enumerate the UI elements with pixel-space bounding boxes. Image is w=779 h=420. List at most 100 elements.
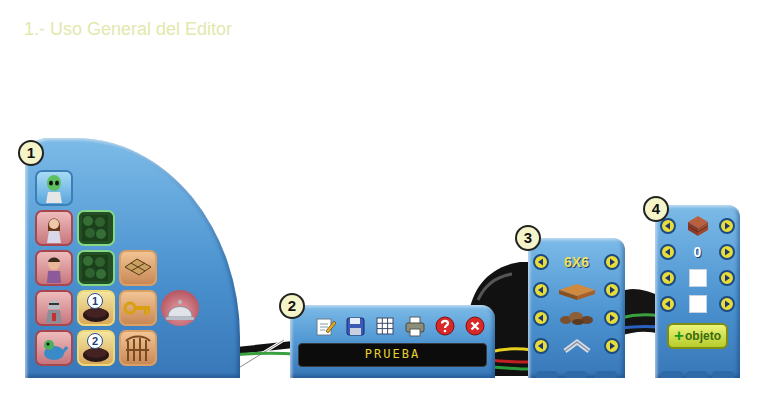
key-tile[interactable] [119, 290, 157, 326]
left-arrow-icon [660, 244, 676, 260]
option-swatch [689, 295, 707, 313]
add-plus-sign: + [674, 326, 684, 346]
selector-value [676, 269, 719, 287]
next-button[interactable] [719, 244, 735, 260]
right-arrow-icon [719, 296, 735, 312]
left-arrow-icon [533, 338, 549, 354]
selector-value [549, 307, 604, 329]
level-tile[interactable]: 1 [77, 290, 115, 326]
floor-grid-icon [122, 253, 154, 283]
page-heading: 1.- Uso General del Editor [0, 0, 779, 41]
right-arrow-icon [719, 270, 735, 286]
palette-panel: 112 [25, 138, 240, 378]
grid-icon [374, 315, 396, 337]
right-arrow-icon [604, 338, 620, 354]
option-swatch [689, 269, 707, 287]
foot-tab [595, 371, 617, 378]
foot-tab [565, 371, 587, 378]
panel-foot [655, 371, 740, 378]
print-button[interactable] [404, 315, 426, 337]
gate-tile[interactable] [119, 330, 157, 366]
next-button[interactable] [604, 254, 620, 270]
right-arrow-icon [719, 244, 735, 260]
hedge-tile[interactable] [77, 250, 115, 286]
hedge-tile[interactable] [77, 210, 115, 246]
size-selector: 6X6 [528, 248, 625, 276]
next-button[interactable] [719, 270, 735, 286]
editor-scene: 1.- Uso General del Editor1122PRUEBA36X6… [0, 0, 779, 420]
close-button[interactable] [464, 315, 486, 337]
left-arrow-icon [533, 282, 549, 298]
height-selector [528, 332, 625, 360]
map-size: 6X6 [564, 254, 589, 271]
empty-cell [161, 210, 199, 246]
next-button[interactable] [719, 296, 735, 312]
man-icon [40, 253, 68, 283]
character-tile[interactable] [35, 290, 73, 326]
close-icon [464, 315, 486, 337]
save-button[interactable] [344, 315, 366, 337]
bell-icon [164, 293, 196, 323]
left-arrow-icon [660, 270, 676, 286]
previous-button[interactable] [533, 338, 549, 354]
selector-value [676, 214, 719, 238]
empty-cell [161, 250, 199, 286]
previous-button[interactable] [533, 310, 549, 326]
wall-selector [528, 304, 625, 332]
woman-icon [40, 213, 68, 243]
key-icon [122, 293, 154, 323]
right-arrow-icon [604, 254, 620, 270]
map-name-display: PRUEBA [298, 343, 487, 367]
left-arrow-icon [660, 218, 676, 234]
right-arrow-icon [604, 310, 620, 326]
editor-stage: 1122PRUEBA36X640+objeto [0, 41, 779, 420]
next-button[interactable] [604, 310, 620, 326]
previous-button[interactable] [660, 244, 676, 260]
character-tile[interactable] [35, 170, 73, 206]
next-button[interactable] [604, 338, 620, 354]
left-arrow-icon [533, 310, 549, 326]
help-button[interactable] [434, 315, 456, 337]
bell-tile[interactable] [161, 290, 199, 326]
right-arrow-icon [719, 218, 735, 234]
foot-tab [661, 371, 683, 378]
editor-screen: 1.- Uso General del Editor1122PRUEBA36X6… [0, 0, 779, 420]
right-arrow-icon [604, 282, 620, 298]
floor-selector [528, 276, 625, 304]
gate-icon [122, 333, 154, 363]
add-object-button[interactable]: +objeto [667, 323, 728, 349]
empty-cell [119, 170, 157, 206]
previous-button[interactable] [660, 270, 676, 286]
toolbar-row [298, 315, 487, 337]
left-arrow-icon [533, 254, 549, 270]
foot-tab [686, 371, 708, 378]
rocks-icon [558, 307, 596, 329]
palette-grid: 12 [25, 138, 240, 366]
character-tile[interactable] [35, 250, 73, 286]
previous-button[interactable] [533, 282, 549, 298]
panel-number-badge: 2 [279, 293, 305, 319]
panel-number-badge: 3 [515, 225, 541, 251]
previous-button[interactable] [660, 218, 676, 234]
previous-button[interactable] [660, 296, 676, 312]
printer-icon [404, 315, 426, 337]
hedge-icon [80, 213, 112, 243]
selector-value [676, 295, 719, 313]
next-button[interactable] [604, 282, 620, 298]
knight-icon [40, 293, 68, 323]
selector-value: 6X6 [549, 254, 604, 271]
panel-number-badge: 4 [643, 196, 669, 222]
character-tile[interactable] [35, 330, 73, 366]
level-tile[interactable]: 2 [77, 330, 115, 366]
previous-button[interactable] [533, 254, 549, 270]
next-button[interactable] [719, 218, 735, 234]
selector-value [549, 278, 604, 302]
empty-cell [77, 170, 115, 206]
object-type-selector [655, 213, 740, 239]
character-tile[interactable] [35, 210, 73, 246]
grid-button[interactable] [374, 315, 396, 337]
object-count-selector: 0 [655, 239, 740, 265]
floor-tile[interactable] [119, 250, 157, 286]
edit-button[interactable] [314, 315, 336, 337]
panel-number-badge: 1 [18, 140, 44, 166]
